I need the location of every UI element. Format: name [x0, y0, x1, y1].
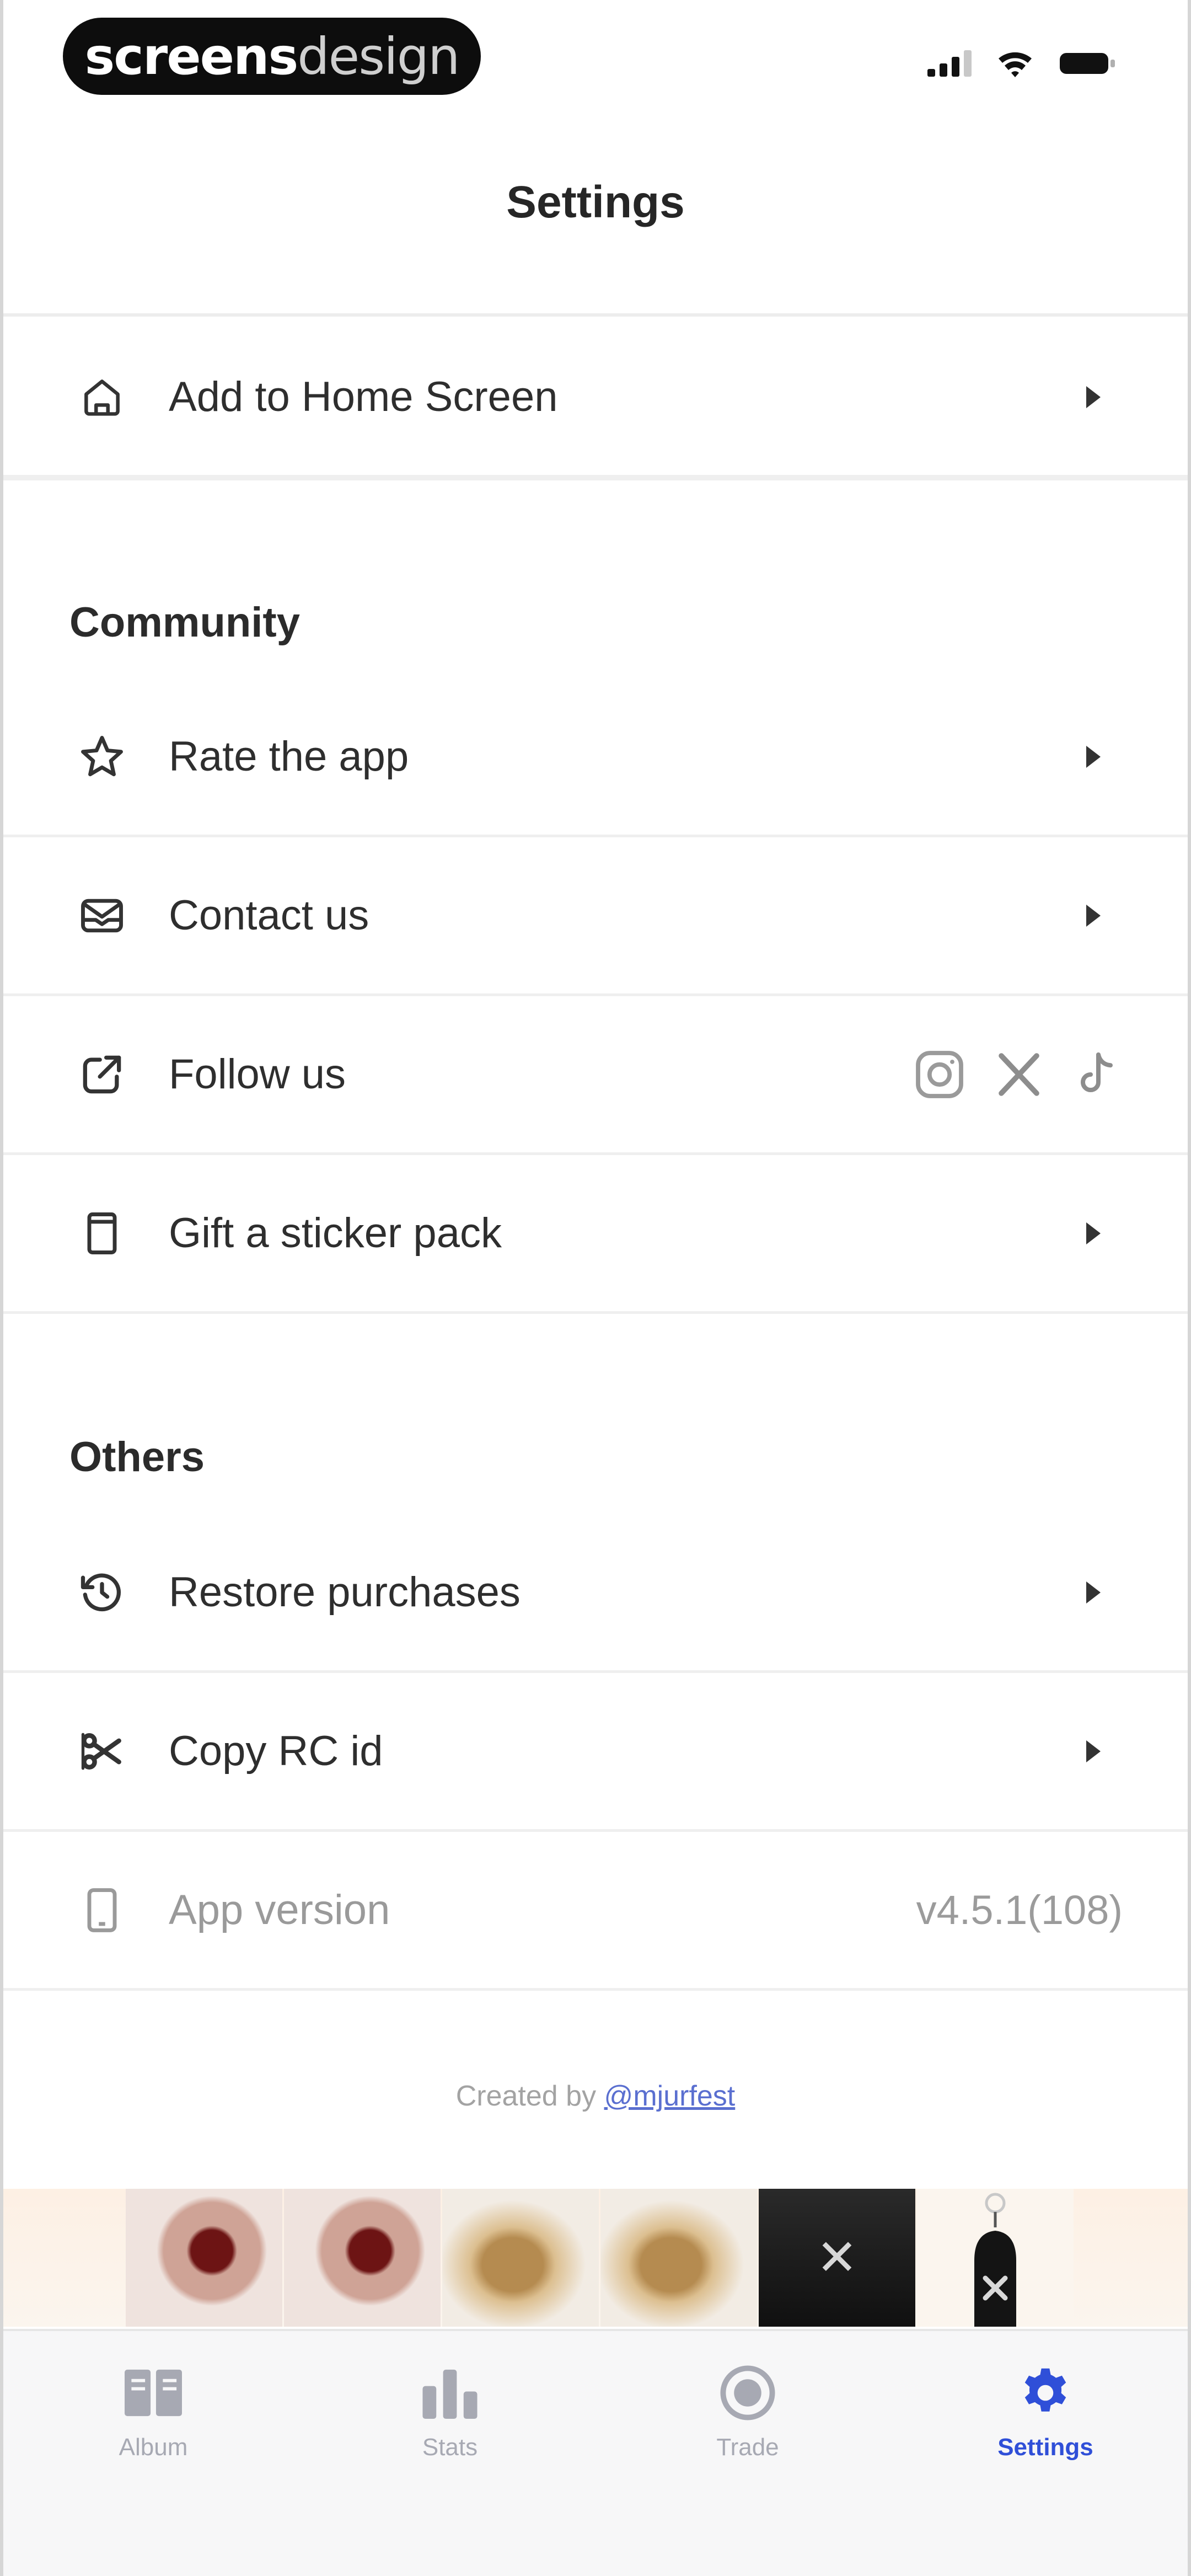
ad-banner[interactable]: ✕	[3, 2189, 1188, 2327]
row-label: Follow us	[169, 1051, 346, 1098]
signal-icon	[927, 50, 972, 77]
chevron-right-icon	[1086, 1581, 1101, 1604]
ad-image	[126, 2189, 282, 2327]
gear-icon	[1024, 2368, 1066, 2412]
section-header-others: Others	[69, 1434, 205, 1481]
row-add-to-home-screen[interactable]: Add to Home Screen	[3, 319, 1188, 478]
footer-credit: Created by @mjurfest	[3, 2080, 1188, 2113]
mail-icon	[68, 882, 136, 949]
row-gift-sticker-pack[interactable]: Gift a sticker pack	[3, 1155, 1188, 1314]
app-version-value: v4.5.1(108)	[916, 1887, 1123, 1933]
page-title: Settings	[506, 177, 685, 227]
section-divider	[3, 478, 1188, 480]
row-label: Rate the app	[169, 733, 409, 780]
ad-image	[442, 2189, 599, 2327]
row-app-version: App version v4.5.1(108)	[3, 1832, 1188, 1991]
sticker-pack-icon	[68, 1200, 136, 1267]
phone-icon	[68, 1877, 136, 1944]
row-follow-us: Follow us	[3, 996, 1188, 1155]
credit-prefix: Created by	[455, 2080, 597, 2112]
ad-image	[917, 2189, 1074, 2327]
row-label: Copy RC id	[169, 1728, 383, 1775]
row-label: Restore purchases	[169, 1569, 521, 1616]
brand-watermark-light: design	[297, 26, 460, 86]
restore-icon	[68, 1559, 136, 1626]
tab-label: Trade	[716, 2434, 779, 2461]
tab-label: Album	[119, 2434, 188, 2461]
external-link-icon	[68, 1041, 136, 1108]
ad-image-strip: ✕	[126, 2189, 1075, 2327]
x-icon[interactable]	[993, 1048, 1045, 1101]
row-contact-us[interactable]: Contact us	[3, 837, 1188, 996]
star-icon	[68, 723, 136, 790]
row-label: App version	[169, 1886, 390, 1933]
credit-handle-link[interactable]: @mjurfest	[604, 2080, 736, 2112]
bar-chart-icon	[422, 2369, 478, 2419]
tiktok-icon[interactable]	[1070, 1048, 1123, 1101]
settings-screen: screens design Settings Add to Home Scre…	[0, 0, 1191, 2576]
brand-watermark: screens design	[63, 18, 481, 95]
row-copy-rc-id[interactable]: Copy RC id	[3, 1673, 1188, 1832]
ad-image	[600, 2189, 757, 2327]
album-icon	[125, 2369, 182, 2417]
battery-icon	[1060, 53, 1115, 74]
tab-stats[interactable]: Stats	[373, 2364, 527, 2461]
status-icons	[927, 50, 1116, 77]
tab-label: Stats	[422, 2434, 478, 2461]
tab-trade[interactable]: Trade	[670, 2364, 825, 2461]
social-links	[911, 1046, 1123, 1103]
instagram-icon[interactable]	[911, 1046, 968, 1103]
row-label: Contact us	[169, 892, 369, 939]
chevron-right-icon	[1086, 1222, 1101, 1244]
ad-image	[284, 2189, 441, 2327]
trade-icon	[720, 2365, 775, 2420]
cross-mark-icon: ✕	[816, 2230, 858, 2286]
row-label: Gift a sticker pack	[169, 1210, 502, 1257]
row-restore-purchases[interactable]: Restore purchases	[3, 1514, 1188, 1673]
title-divider	[3, 313, 1188, 317]
tab-settings[interactable]: Settings	[968, 2364, 1123, 2461]
row-rate-the-app[interactable]: Rate the app	[3, 678, 1188, 837]
keychain-icon	[974, 2193, 1016, 2327]
chevron-right-icon	[1086, 386, 1101, 408]
scissors-icon	[68, 1718, 136, 1785]
row-label: Add to Home Screen	[169, 373, 558, 420]
tab-album[interactable]: Album	[76, 2364, 230, 2461]
section-header-community: Community	[69, 599, 300, 646]
tab-bar: Album Stats Trade Settings	[3, 2329, 1188, 2576]
status-bar: screens design	[3, 0, 1188, 121]
wifi-icon	[999, 52, 1032, 77]
ad-image: ✕	[759, 2189, 915, 2327]
tab-label: Settings	[997, 2434, 1093, 2461]
home-icon	[68, 364, 136, 431]
chevron-right-icon	[1086, 1740, 1101, 1762]
chevron-right-icon	[1086, 745, 1101, 768]
brand-watermark-bold: screens	[84, 26, 299, 86]
chevron-right-icon	[1086, 904, 1101, 927]
